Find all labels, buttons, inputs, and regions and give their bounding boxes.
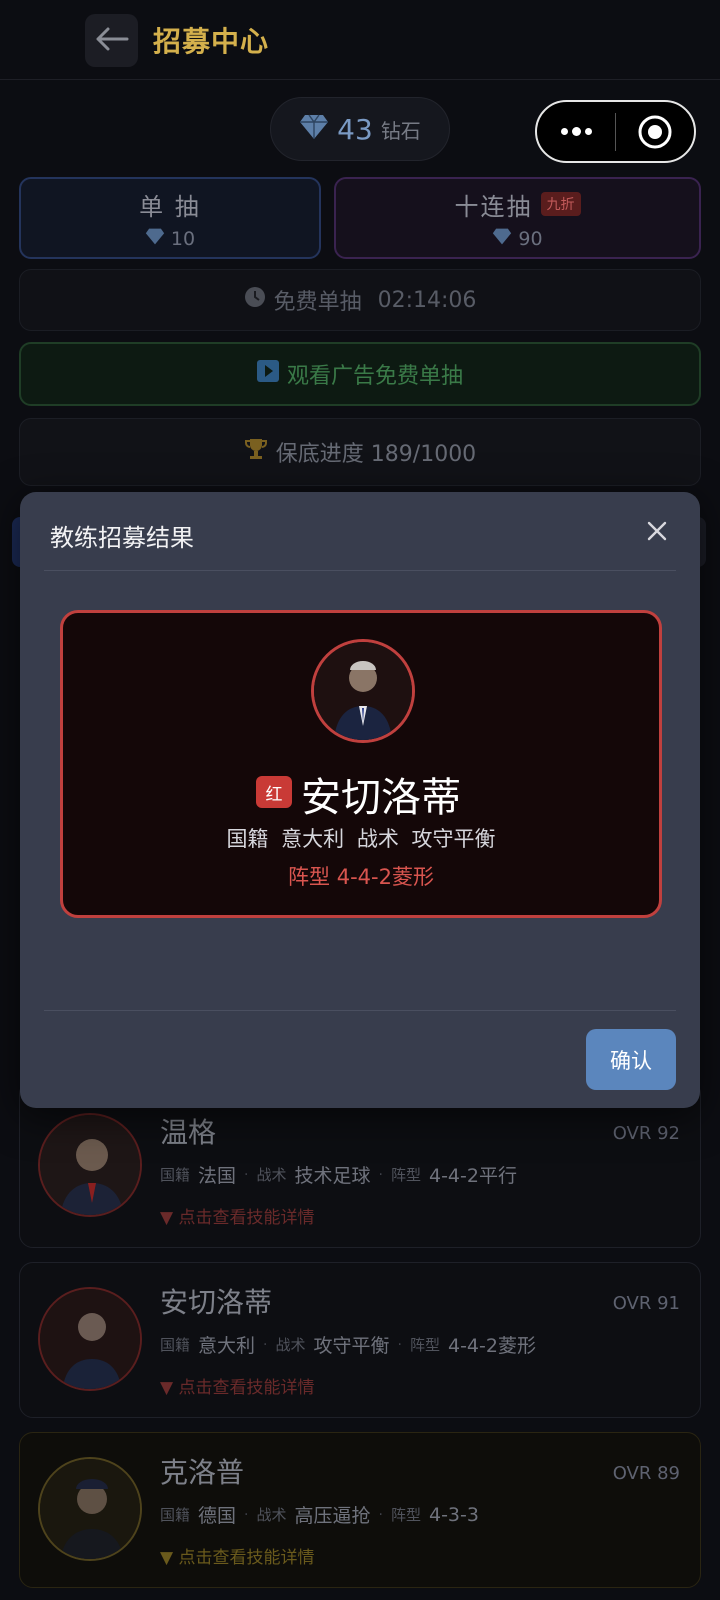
close-miniprogram-icon[interactable] — [616, 114, 694, 150]
watch-ad-label: 观看广告免费单抽 — [286, 364, 463, 389]
coach-ovr: OVR 92 — [612, 1123, 680, 1144]
diamond-icon — [145, 228, 165, 250]
coach-ovr: OVR 89 — [612, 1463, 680, 1484]
coach-avatar — [38, 1287, 142, 1391]
watch-ad-button[interactable]: 观看广告免费单抽 — [19, 342, 701, 406]
close-icon[interactable] — [640, 514, 674, 548]
divider — [44, 1010, 676, 1011]
discount-badge: 九折 — [540, 192, 581, 216]
coach-avatar — [38, 1113, 142, 1217]
free-draw-label: 免费单抽 — [273, 290, 362, 315]
skill-details-link[interactable]: ▼ 点击查看技能详情 — [160, 1543, 314, 1568]
modal-title: 教练招募结果 — [50, 524, 194, 552]
miniprogram-capsule — [535, 100, 696, 163]
pity-progress: 保底进度 189/1000 — [19, 418, 701, 486]
coach-name: 安切洛蒂 — [301, 775, 461, 821]
diamond-icon — [299, 114, 329, 144]
coach-portrait — [311, 639, 415, 743]
ten-draw-button[interactable]: 十连抽 九折 90 — [334, 177, 701, 259]
coach-name: 安切洛蒂 — [160, 1286, 273, 1319]
diamond-icon — [492, 228, 512, 250]
skill-details-link[interactable]: ▼ 点击查看技能详情 — [160, 1203, 314, 1228]
coach-name: 温格 — [160, 1116, 217, 1149]
more-options-icon[interactable] — [537, 126, 615, 136]
back-button[interactable] — [85, 14, 138, 67]
coach-ovr: OVR 91 — [612, 1293, 680, 1314]
skill-details-link[interactable]: ▼ 点击查看技能详情 — [160, 1373, 314, 1398]
coach-meta: 国籍 法国 · 战术 技术足球 · 阵型 4-4-2平行 — [160, 1165, 517, 1187]
diamond-balance: 43 钻石 — [270, 97, 450, 161]
diamond-amount: 43 — [337, 112, 373, 146]
ten-draw-label: 十连抽 — [454, 192, 533, 221]
coach-avatar — [38, 1457, 142, 1561]
diamond-unit: 钻石 — [380, 118, 421, 143]
coach-meta: 国籍 德国 · 战术 高压逼抢 · 阵型 4-3-3 — [160, 1503, 479, 1528]
coach-name: 克洛普 — [160, 1456, 245, 1489]
free-draw-timer: 02:14:06 — [377, 287, 477, 313]
single-draw-label: 单 抽 — [139, 192, 201, 221]
coach-result-card: 红 安切洛蒂 国籍 意大利 战术 攻守平衡 阵型 4-4-2菱形 — [60, 610, 662, 918]
coach-card[interactable]: 克洛普 OVR 89 国籍 德国 · 战术 高压逼抢 · 阵型 4-3-3 ▼ 点击查看技… — [19, 1432, 701, 1588]
coach-meta: 国籍 意大利 · 战术 攻守平衡 · 阵型 4-4-2菱形 — [160, 1335, 536, 1357]
coach-meta: 国籍 意大利 战术 攻守平衡 — [226, 827, 496, 851]
divider — [44, 570, 676, 571]
confirm-button[interactable]: 确认 — [586, 1029, 676, 1090]
recruit-result-modal: 教练招募结果 红 安切洛蒂 国籍 意大利 战术 攻守平衡 阵型 4-4-2菱形 … — [20, 492, 700, 1108]
coach-card[interactable]: 安切洛蒂 OVR 91 国籍 意大利 · 战术 攻守平衡 · 阵型 4-4-2菱形 ▼ 点… — [19, 1262, 701, 1418]
coach-formation: 阵型 4-4-2菱形 — [288, 865, 434, 889]
pity-label: 保底进度 189/1000 — [275, 442, 477, 467]
free-draw-button[interactable]: 免费单抽 02:14:06 — [19, 269, 701, 331]
single-draw-button[interactable]: 单 抽 10 — [19, 177, 321, 259]
trophy-icon — [244, 437, 268, 467]
ten-draw-cost: 90 — [518, 227, 543, 250]
single-draw-cost: 10 — [170, 227, 196, 250]
rarity-badge: 红 — [256, 776, 292, 808]
arrow-left-icon — [95, 27, 129, 55]
play-icon — [256, 360, 279, 388]
clock-icon — [244, 286, 266, 314]
page-title: 招募中心 — [153, 25, 270, 58]
